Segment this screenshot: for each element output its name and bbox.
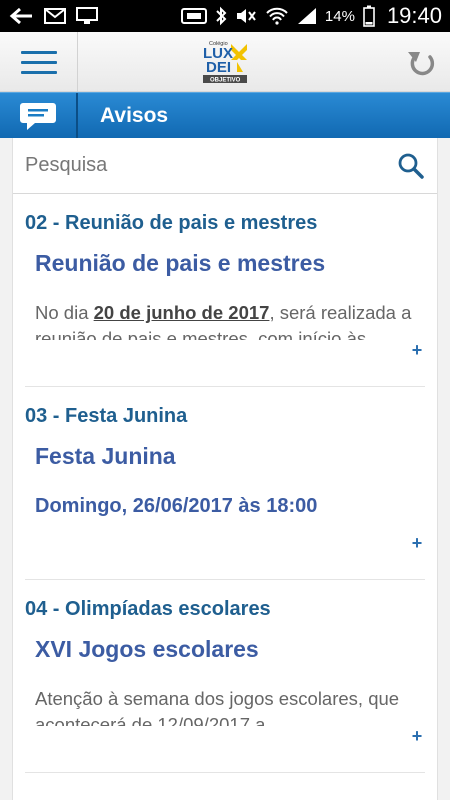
notice-item[interactable]: 03 - Festa Junina Festa Junina Domingo, … [25, 387, 425, 580]
hamburger-icon [20, 70, 57, 74]
notice-item[interactable]: 04 - Olimpíadas escolares XVI Jogos esco… [25, 580, 425, 773]
sim-icon [180, 8, 207, 24]
gmail-icon [44, 8, 66, 24]
bluetooth-icon [215, 6, 227, 26]
signal-icon [297, 7, 317, 25]
lux-dei-logo: Colégio LUX DEI OBJETIVO [203, 41, 247, 84]
back-arrow-icon [8, 7, 34, 25]
status-bar: 14% 19:40 [0, 0, 450, 32]
section-title: Avisos [100, 103, 169, 127]
notice-category: 02 - Reunião de pais e mestres [25, 212, 318, 234]
clock: 19:40 [386, 3, 442, 28]
notice-title: Festa Junina [35, 443, 176, 469]
notice-item[interactable]: 02 - Reunião de pais e mestres Reunião d… [25, 194, 425, 387]
search-icon[interactable] [397, 152, 425, 180]
refresh-icon [408, 52, 435, 76]
notice-body: Atenção à semana dos jogos escolares, qu… [35, 688, 400, 726]
refresh-button[interactable] [402, 42, 442, 82]
notice-body: No dia 20 de junho de 2017, será realiza… [35, 302, 412, 340]
search-bar [13, 138, 437, 194]
screen-icon [76, 7, 98, 25]
hamburger-icon [20, 60, 57, 64]
notice-title: Reunião de pais e mestres [35, 250, 326, 276]
expand-button[interactable]: + [409, 533, 425, 554]
notice-category: 03 - Festa Junina [25, 405, 188, 427]
mute-icon [235, 7, 257, 25]
hamburger-icon [20, 50, 57, 54]
notice-body: Domingo, 26/06/2017 às 18:00 [35, 495, 318, 517]
svg-text:OBJETIVO: OBJETIVO [210, 78, 241, 84]
notice-category: 04 - Olimpíadas escolares [25, 598, 271, 620]
expand-button[interactable]: + [409, 726, 425, 747]
section-header: Avisos [0, 92, 450, 139]
svg-text:DEI: DEI [206, 59, 231, 76]
notice-date-highlight: 20 de junho de 2017 [93, 302, 270, 323]
menu-button[interactable] [0, 32, 78, 92]
battery-percent: 14% [324, 7, 355, 25]
notice-title: XVI Jogos escolares [35, 636, 259, 662]
chat-bubble-icon [0, 92, 78, 139]
expand-button[interactable]: + [409, 340, 425, 361]
battery-icon [363, 5, 375, 27]
wifi-icon [265, 7, 289, 25]
app-header: Colégio LUX DEI OBJETIVO [0, 32, 450, 92]
search-input[interactable] [25, 154, 397, 177]
notices-panel: 02 - Reunião de pais e mestres Reunião d… [12, 138, 438, 800]
